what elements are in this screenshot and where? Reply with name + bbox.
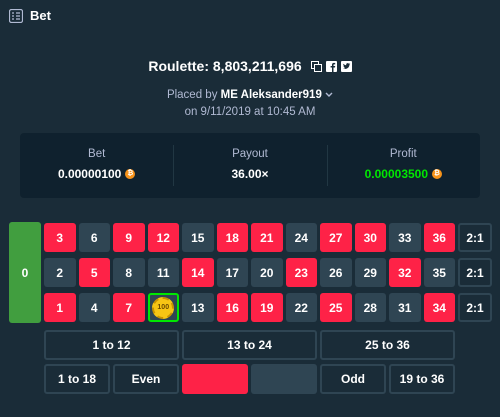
bet-number-10[interactable]: 100 [147,293,179,322]
stat-payout: Payout 36.00× [173,133,326,198]
payout-multiplier: 36.00× [231,167,269,181]
bet-number-33[interactable]: 33 [389,223,421,252]
btc-coin-icon [432,169,443,179]
chevron-down-icon[interactable] [325,92,333,98]
bet-number-7[interactable]: 7 [113,293,145,322]
bet-number-31[interactable]: 31 [389,293,421,322]
bet-number-15[interactable]: 15 [182,223,214,252]
bet-dozen-1[interactable]: 1 to 12 [44,330,179,360]
bet-number-5[interactable]: 5 [78,258,110,287]
bet-red[interactable] [182,364,248,394]
bet-number-3[interactable]: 3 [44,223,76,252]
bet-odd[interactable]: Odd [320,364,386,394]
profit-label: Profit [389,148,417,160]
bet-number-24[interactable]: 24 [285,223,317,252]
bet-number-16[interactable]: 16 [216,293,248,322]
chip-100: 100 [152,296,175,319]
bet-number-12[interactable]: 12 [147,223,179,252]
bet-number-26[interactable]: 26 [320,258,352,287]
facebook-icon[interactable] [325,60,337,72]
bet-number-21[interactable]: 21 [251,223,283,252]
bet-label: Bet [88,148,106,160]
copy-icon[interactable] [310,60,322,72]
bet-number-2[interactable]: 2 [44,258,76,287]
bet-19-to-36[interactable]: 19 to 36 [389,364,455,394]
bet-number-22[interactable]: 22 [285,293,317,322]
bet-number-23[interactable]: 23 [285,258,317,287]
bet-number-14[interactable]: 14 [182,258,214,287]
bet-number-13[interactable]: 13 [182,293,214,322]
bet-even[interactable]: Even [113,364,179,394]
bet-number-6[interactable]: 6 [78,223,110,252]
bet-number-20[interactable]: 20 [251,258,283,287]
twitter-icon[interactable] [340,60,352,72]
bet-number-32[interactable]: 32 [389,258,421,287]
bet-slip-icon [9,9,23,23]
username-link[interactable]: ME Aleksander919 [221,89,322,101]
placed-by: Placed by ME Aleksander919 [0,89,500,101]
game-id: Roulette: 8,803,211,696 [148,58,302,74]
bet-number-19[interactable]: 19 [251,293,283,322]
bet-number-17[interactable]: 17 [216,258,248,287]
bet-number-27[interactable]: 27 [320,223,352,252]
profit-amount: 0.00003500 [364,167,429,181]
stat-bet: Bet 0.00000100 [20,133,173,198]
bet-stats-panel: Bet 0.00000100 Payout 36.00× Profit 0.00… [20,133,480,198]
bet-zero[interactable]: 0 [9,222,41,323]
bet-number-35[interactable]: 35 [423,258,455,287]
placed-date: on 9/11/2019 at 10:45 AM [184,106,316,118]
bet-black[interactable] [251,364,317,394]
bet-number-18[interactable]: 18 [216,223,248,252]
bet-number-29[interactable]: 29 [354,258,386,287]
stat-profit: Profit 0.00003500 [326,133,480,198]
bet-number-8[interactable]: 8 [113,258,145,287]
bet-number-30[interactable]: 30 [354,223,386,252]
bet-column-2[interactable]: 2:1 [458,258,492,287]
bet-number-4[interactable]: 4 [78,293,110,322]
bet-number-28[interactable]: 28 [354,293,386,322]
bet-column-1[interactable]: 2:1 [458,223,492,252]
bet-1-to-18[interactable]: 1 to 18 [44,364,110,394]
bet-number-9[interactable]: 9 [113,223,145,252]
bet-number-36[interactable]: 36 [423,223,455,252]
roulette-board: 0 3 6 9 12 15 18 21 24 27 30 33 36 2 5 8 11 14 17 20 23 26 29 3… [9,221,492,417]
bet-number-25[interactable]: 25 [320,293,352,322]
bet-amount: 0.00000100 [57,167,122,181]
bet-number-34[interactable]: 34 [423,293,455,322]
bet-number-11[interactable]: 11 [147,258,179,287]
bet-heading: Roulette: 8,803,211,696 [0,58,500,74]
bet-number-1[interactable]: 1 [44,293,76,322]
payout-label: Payout [232,148,268,160]
modal-title: Bet [30,8,51,23]
bet-column-3[interactable]: 2:1 [458,293,492,322]
bet-dozen-2[interactable]: 13 to 24 [182,330,317,360]
header-bar: Bet [0,0,500,32]
bet-dozen-3[interactable]: 25 to 36 [320,330,455,360]
btc-coin-icon [125,169,136,179]
placed-by-label: Placed by [166,89,221,101]
